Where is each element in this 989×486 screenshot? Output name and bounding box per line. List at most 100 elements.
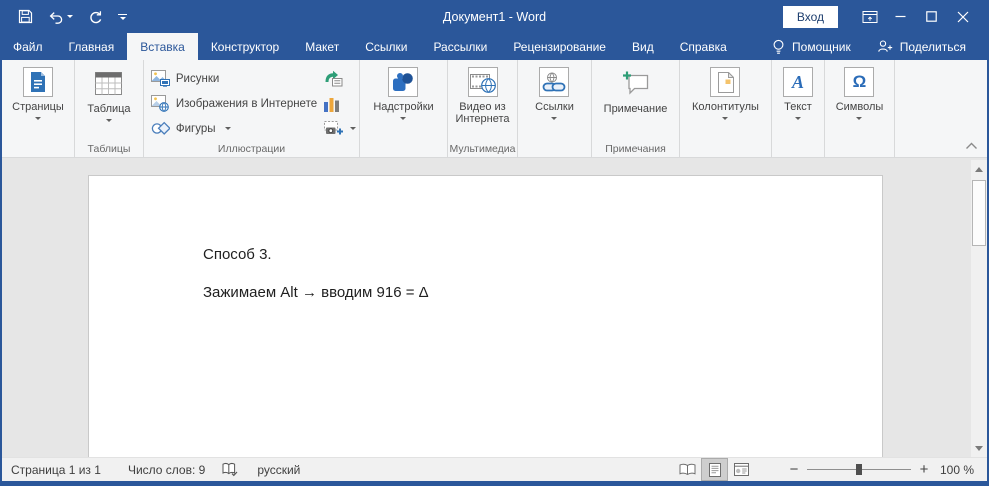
tab-mailings[interactable]: Рассылки	[420, 33, 500, 60]
tab-file[interactable]: Файл	[0, 33, 56, 60]
document-page[interactable]: Способ 3. Зажимаем Alt → вводим 916 = Δ	[88, 175, 883, 457]
online-video-icon	[468, 67, 498, 97]
tab-view[interactable]: Вид	[619, 33, 667, 60]
title-bar: Документ1 - Word Вход	[0, 0, 989, 33]
tab-review[interactable]: Рецензирование	[500, 33, 619, 60]
text-icon: A	[783, 67, 813, 97]
pages-icon	[23, 67, 53, 97]
language-indicator[interactable]: русский	[257, 463, 300, 477]
save-icon	[18, 9, 33, 24]
smartart-button[interactable]	[324, 66, 356, 91]
ribbon-display-options-button[interactable]	[854, 0, 885, 33]
text-button[interactable]: A Текст	[783, 60, 813, 157]
save-button[interactable]	[18, 9, 33, 24]
chevron-down-icon	[400, 117, 406, 120]
arrow-down-icon	[975, 446, 983, 451]
tab-assistant[interactable]: Помощник	[759, 33, 864, 60]
ribbon-tab-bar: Файл Главная Вставка Конструктор Макет С…	[0, 33, 989, 60]
online-pictures-icon	[151, 95, 170, 112]
scrollbar-thumb[interactable]	[972, 180, 986, 246]
chevron-down-icon	[722, 117, 728, 120]
group-text: A Текст	[772, 60, 825, 157]
tab-design[interactable]: Конструктор	[198, 33, 292, 60]
titlebar-controls: Вход	[783, 0, 989, 33]
status-bar: Страница 1 из 1 Число слов: 9 русский − …	[2, 457, 987, 481]
group-header-footer: Колонтитулы	[680, 60, 772, 157]
chevron-up-icon	[965, 142, 978, 150]
table-icon	[95, 67, 122, 99]
sign-in-button[interactable]: Вход	[783, 6, 838, 28]
web-layout-icon	[734, 463, 749, 476]
minimize-button[interactable]	[885, 0, 916, 33]
group-symbols: Ω Символы	[825, 60, 895, 157]
document-text-line[interactable]: Зажимаем Alt → вводим 916 = Δ	[203, 284, 429, 301]
chart-button[interactable]	[324, 91, 356, 116]
page-indicator[interactable]: Страница 1 из 1	[11, 463, 101, 477]
header-footer-button[interactable]: Колонтитулы	[692, 60, 759, 157]
customize-qat-button[interactable]	[118, 14, 127, 20]
shapes-button[interactable]: Фигуры	[151, 116, 317, 141]
scroll-up-button[interactable]	[971, 161, 987, 177]
tab-insert[interactable]: Вставка	[127, 33, 198, 60]
print-layout-button[interactable]	[701, 458, 728, 481]
redo-icon	[88, 10, 103, 24]
collapse-ribbon-button[interactable]	[965, 142, 978, 150]
tab-share[interactable]: Поделиться	[864, 33, 979, 60]
tab-help[interactable]: Справка	[667, 33, 740, 60]
zoom-slider-thumb[interactable]	[856, 464, 862, 475]
document-text-line[interactable]: Способ 3.	[203, 246, 272, 263]
shapes-icon	[151, 121, 170, 136]
proofing-status-button[interactable]	[222, 462, 238, 477]
vertical-scrollbar[interactable]	[971, 160, 987, 457]
lightbulb-icon	[772, 39, 785, 55]
comment-icon	[622, 67, 649, 99]
zoom-out-button[interactable]: −	[781, 461, 807, 478]
word-count[interactable]: Число слов: 9	[128, 463, 205, 477]
screenshot-icon	[324, 121, 344, 136]
chevron-down-icon	[856, 117, 862, 120]
omega-icon: Ω	[844, 67, 874, 97]
print-layout-icon	[709, 463, 721, 477]
screenshot-button[interactable]	[324, 116, 356, 141]
quick-access-toolbar	[0, 9, 127, 24]
group-tables: Таблица Таблицы	[75, 60, 144, 157]
pages-button[interactable]: Страницы	[12, 60, 64, 157]
chevron-down-icon	[350, 127, 356, 130]
scroll-down-button[interactable]	[971, 440, 987, 456]
group-links: Ссылки	[518, 60, 592, 157]
chevron-down-icon	[106, 119, 112, 122]
chevron-down-icon	[551, 117, 557, 120]
addins-button[interactable]: Надстройки	[373, 60, 433, 157]
undo-button[interactable]	[48, 10, 73, 24]
chevron-down-icon	[35, 117, 41, 120]
redo-button[interactable]	[88, 10, 103, 24]
close-button[interactable]	[947, 0, 978, 33]
minimize-icon	[895, 11, 906, 22]
undo-icon	[48, 10, 64, 24]
symbols-button[interactable]: Ω Символы	[836, 60, 884, 157]
links-button[interactable]: Ссылки	[535, 60, 574, 157]
group-label-illustrations: Иллюстрации	[144, 143, 359, 155]
smartart-icon	[324, 70, 343, 87]
read-mode-button[interactable]	[674, 458, 701, 481]
maximize-button[interactable]	[916, 0, 947, 33]
zoom-slider[interactable]	[807, 469, 911, 470]
tab-home[interactable]: Главная	[56, 33, 128, 60]
undo-dropdown-icon[interactable]	[67, 15, 73, 18]
online-pictures-button[interactable]: Изображения в Интернете	[151, 91, 317, 116]
zoom-in-button[interactable]: +	[911, 461, 937, 478]
chevron-down-icon	[225, 127, 231, 130]
group-label-media: Мультимедиа	[448, 143, 517, 155]
web-layout-button[interactable]	[728, 458, 755, 481]
tab-layout[interactable]: Макет	[292, 33, 352, 60]
header-footer-icon	[710, 67, 740, 97]
document-area: Способ 3. Зажимаем Alt → вводим 916 = Δ	[2, 158, 987, 457]
tab-references[interactable]: Ссылки	[352, 33, 420, 60]
pictures-button[interactable]: Рисунки	[151, 66, 317, 91]
group-label-comments: Примечания	[592, 143, 679, 155]
zoom-level[interactable]: 100 %	[937, 463, 987, 477]
pictures-icon	[151, 70, 170, 87]
group-addins: Надстройки	[360, 60, 448, 157]
group-media: Видео из Интернета Мультимедиа	[448, 60, 518, 157]
customize-qat-icon	[118, 14, 127, 15]
